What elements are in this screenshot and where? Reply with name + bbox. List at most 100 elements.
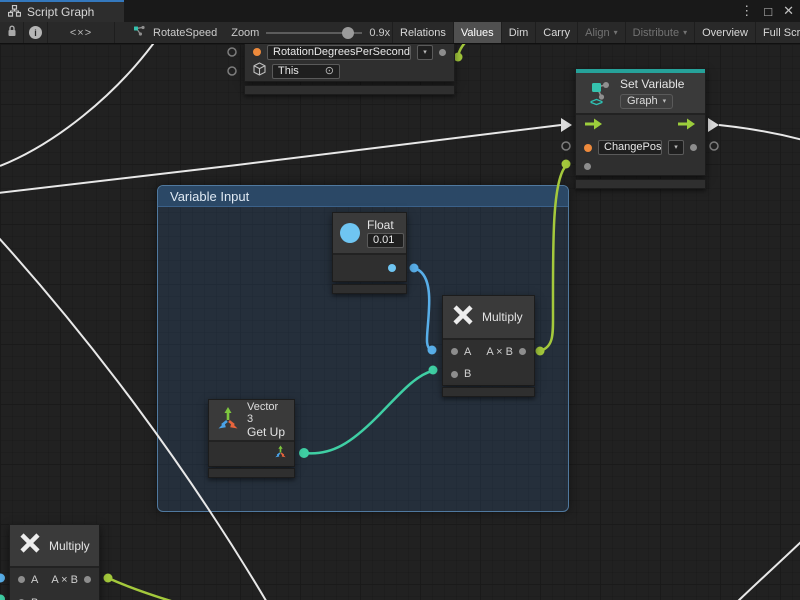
vector3-axes-icon	[216, 406, 240, 435]
multiply-header[interactable]: Multiply	[443, 296, 534, 338]
float-output-port[interactable]	[388, 264, 396, 272]
lock-button[interactable]	[0, 22, 24, 43]
graph-toolbar: i <×> RotateSpeed Zoom 0.9x Rela	[0, 22, 800, 44]
graph-canvas[interactable]: Variable Input	[0, 44, 800, 600]
set-variable-node[interactable]: <> Set Variable Graph ▾	[575, 68, 706, 176]
set-variable-header[interactable]: <> Set Variable Graph ▾	[576, 73, 705, 113]
chevron-down-icon: ▾	[614, 28, 618, 37]
node-title: Multiply	[482, 310, 523, 324]
button-label: Align	[585, 27, 609, 39]
maximize-icon[interactable]: □	[764, 4, 772, 19]
graph-name-label: RotateSpeed	[153, 27, 217, 39]
set-variable-node-footer[interactable]	[575, 179, 706, 189]
toolbar-button-values[interactable]: Values	[454, 22, 502, 43]
input-a-port[interactable]	[18, 576, 25, 583]
toolbar-button-overview[interactable]: Overview	[695, 22, 756, 43]
target-field[interactable]: This ⊙	[272, 64, 340, 79]
output-row	[333, 255, 406, 281]
input-b-label: B	[31, 597, 38, 600]
vector3-output-port[interactable]	[274, 445, 287, 463]
vector3-get-up-node[interactable]: Vector 3 Get Up	[208, 399, 295, 467]
node-title: Multiply	[49, 539, 90, 553]
toolbar-button-dim[interactable]: Dim	[502, 22, 537, 43]
port-row-b: B	[443, 363, 534, 385]
window-controls: ⋮ □ ✕	[740, 0, 794, 22]
tab-label: Script Graph	[27, 5, 94, 19]
toolbar-button-relations[interactable]: Relations	[393, 22, 454, 43]
float-type-icon	[340, 223, 360, 243]
float-node[interactable]: Float 0.01	[332, 212, 407, 282]
multiply-x-icon	[19, 532, 41, 559]
toolbar-button-align[interactable]: Align ▾	[578, 22, 625, 43]
toolbar-button-fullscreen[interactable]: Full Screen	[756, 22, 800, 43]
value-row	[576, 158, 705, 175]
multiply-node-footer[interactable]	[442, 387, 535, 397]
output-label: A × B	[486, 346, 513, 358]
scope-dropdown[interactable]: Graph ▾	[620, 94, 673, 109]
input-a-label: A	[464, 346, 471, 358]
chevron-down-icon[interactable]: ▾	[417, 45, 433, 60]
object-picker-icon[interactable]: ⊙	[325, 65, 334, 78]
group-header[interactable]: Variable Input	[158, 186, 568, 207]
input-b-port[interactable]	[451, 371, 458, 378]
operation-label: Get Up	[247, 425, 287, 439]
toolbar-button-distribute[interactable]: Distribute ▾	[626, 22, 695, 43]
chevron-down-icon: ▾	[683, 28, 687, 37]
port-row-b: B	[10, 591, 99, 600]
variable-icon: <>	[584, 79, 614, 107]
vector3-node-footer[interactable]	[208, 468, 295, 478]
variable-name-row: ChangePos ▾	[576, 137, 705, 158]
multiply-node[interactable]: Multiply A A × B B	[442, 295, 535, 386]
output-port[interactable]	[439, 49, 446, 56]
chevron-down-icon[interactable]: ▾	[668, 140, 684, 155]
variable-name-dropdown[interactable]: RotationDegreesPerSecond	[267, 45, 411, 60]
zoom-slider-handle[interactable]	[342, 27, 354, 39]
float-value-input[interactable]: 0.01	[367, 233, 404, 248]
zoom-value: 0.9x	[369, 27, 390, 39]
float-node-footer[interactable]	[332, 284, 407, 294]
get-variable-node-footer[interactable]	[244, 85, 455, 95]
target-value: This	[278, 65, 299, 78]
result-port[interactable]	[519, 348, 526, 355]
variable-name-dropdown[interactable]: ChangePos	[598, 140, 662, 155]
graph-info-zoom-section: RotateSpeed Zoom 0.9x	[115, 22, 393, 43]
graph-ref-icon	[133, 25, 146, 40]
value-port[interactable]	[253, 48, 261, 56]
info-button[interactable]: i	[24, 22, 48, 43]
type-label: Vector 3	[247, 401, 287, 425]
result-port[interactable]	[84, 576, 91, 583]
input-a-label: A	[31, 574, 38, 586]
input-a-port[interactable]	[451, 348, 458, 355]
float-header[interactable]: Float 0.01	[333, 213, 406, 253]
value-port[interactable]	[584, 163, 591, 170]
get-variable-node[interactable]: RotationDegreesPerSecond ▾ This ⊙	[244, 44, 455, 82]
name-port[interactable]	[584, 144, 592, 152]
button-label: Distribute	[633, 27, 679, 39]
output-port[interactable]	[690, 144, 697, 151]
gameobject-cube-icon	[253, 62, 266, 81]
input-b-label: B	[464, 368, 471, 380]
zoom-label: Zoom	[231, 27, 259, 39]
flow-out-arrow-icon[interactable]	[678, 117, 696, 135]
code-view-toggle[interactable]: <×>	[48, 22, 115, 43]
flow-in-arrow-icon[interactable]	[585, 117, 603, 135]
node-title: Float	[367, 218, 404, 232]
multiply-header[interactable]: Multiply	[10, 525, 99, 566]
target-row: This ⊙	[245, 62, 454, 81]
vector3-header[interactable]: Vector 3 Get Up	[209, 400, 294, 440]
script-graph-window: Script Graph ⋮ □ ✕ i <×>	[0, 0, 800, 600]
output-label: A × B	[51, 574, 78, 586]
scope-value: Graph	[627, 95, 658, 108]
code-brackets-glyph: <>	[590, 95, 602, 109]
multiply-node-bottom[interactable]: Multiply A A × B B	[9, 524, 100, 600]
group-title: Variable Input	[170, 189, 249, 204]
graph-hierarchy-icon	[8, 5, 21, 20]
tab-bar: Script Graph ⋮ □ ✕	[0, 0, 800, 22]
close-icon[interactable]: ✕	[783, 3, 794, 19]
node-title: Set Variable	[620, 77, 684, 91]
tab-script-graph[interactable]: Script Graph	[0, 0, 124, 22]
variable-name-row: RotationDegreesPerSecond ▾	[245, 44, 454, 62]
zoom-slider[interactable]	[266, 27, 362, 39]
toolbar-button-carry[interactable]: Carry	[536, 22, 578, 43]
menu-kebab-icon[interactable]: ⋮	[740, 3, 753, 19]
